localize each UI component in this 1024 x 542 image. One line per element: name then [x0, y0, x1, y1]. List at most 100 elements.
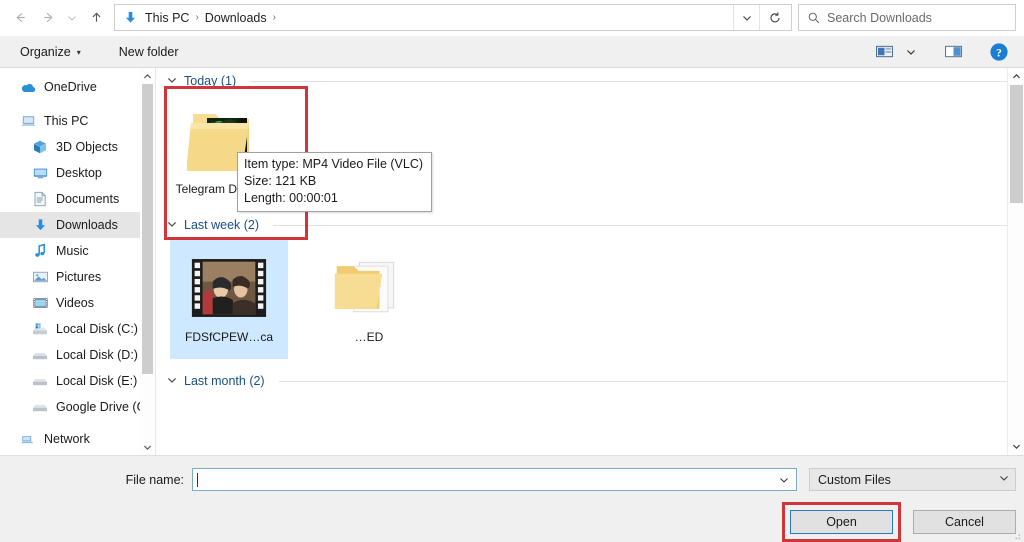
video-thumbnail-icon: [191, 252, 267, 324]
tooltip-line-size: Size: 121 KB: [244, 174, 317, 188]
drive-icon: [30, 346, 50, 364]
view-layout-icon[interactable]: [870, 40, 899, 64]
sidebar-item-this-pc[interactable]: This PC: [0, 108, 155, 134]
sidebar-item-google-drive-g[interactable]: Google Drive (G:: [0, 394, 155, 420]
address-bar[interactable]: This PC › Downloads ›: [114, 4, 792, 31]
sidebar-item-label: Videos: [56, 296, 94, 310]
network-icon: [18, 430, 38, 448]
breadcrumb-separator-trailing[interactable]: ›: [271, 12, 278, 23]
chevron-down-icon[interactable]: [995, 473, 1013, 486]
sidebar-item-label: Local Disk (D:): [56, 348, 138, 362]
file-name-dropdown-icon[interactable]: [774, 469, 794, 490]
command-bar: Organize ▾ New folder ?: [0, 36, 1024, 68]
sidebar-item-label: Local Disk (C:): [56, 322, 138, 336]
group-header-today[interactable]: Today (1): [156, 68, 1024, 90]
dialog-buttons-row: Open Cancel: [0, 491, 1024, 542]
search-box[interactable]: Search Downloads: [798, 4, 1016, 31]
breadcrumb-downloads[interactable]: Downloads: [201, 9, 271, 27]
sidebar-item-local-disk-c[interactable]: Local Disk (C:): [0, 316, 155, 342]
text-caret: [197, 472, 198, 487]
file-pane-scroll-up-icon[interactable]: [1008, 68, 1024, 85]
group-label: Last week (2): [184, 218, 260, 232]
tooltip-line-length: Length: 00:00:01: [244, 191, 338, 205]
recent-locations-button[interactable]: [62, 4, 82, 32]
open-button-label: Open: [826, 515, 857, 529]
file-pane-scrollbar[interactable]: [1007, 68, 1024, 455]
breadcrumb-separator: ›: [195, 12, 199, 23]
breadcrumb-this-pc[interactable]: This PC: [141, 9, 193, 27]
sidebar-item-downloads[interactable]: Downloads: [0, 212, 155, 238]
tooltip-line-item-type: Item type: MP4 Video File (VLC): [244, 157, 424, 171]
search-input[interactable]: Search Downloads: [827, 11, 932, 25]
refresh-icon[interactable]: [759, 5, 789, 30]
sidebar-scroll-track[interactable]: [140, 84, 155, 439]
file-item-video[interactable]: FDSfCPEW…ca: [170, 238, 288, 359]
system-drive-icon: [30, 320, 50, 338]
sidebar-item-videos[interactable]: Videos: [0, 290, 155, 316]
sidebar-scrollbar[interactable]: [140, 68, 155, 455]
file-list-pane[interactable]: Today (1) Telegram Desktop Last week (2)…: [155, 68, 1024, 455]
onedrive-cloud-icon: [18, 78, 38, 96]
cancel-button[interactable]: Cancel: [913, 510, 1016, 534]
organize-button[interactable]: Organize ▾: [12, 41, 89, 63]
drive-icon: [30, 372, 50, 390]
file-name-label: File name:: [125, 472, 184, 487]
cancel-button-label: Cancel: [945, 515, 984, 529]
new-folder-button[interactable]: New folder: [111, 41, 187, 63]
sidebar-scroll-down-icon[interactable]: [140, 439, 155, 455]
sidebar-item-documents[interactable]: Documents: [0, 186, 155, 212]
svg-text:?: ?: [996, 47, 1002, 59]
pictures-icon: [30, 268, 50, 286]
sidebar-item-music[interactable]: Music: [0, 238, 155, 264]
chevron-down-icon[interactable]: [166, 375, 178, 388]
preview-pane-icon[interactable]: [939, 40, 968, 64]
group-items-last-week: FDSfCPEW…ca …ED: [156, 234, 1024, 359]
chevron-down-icon: ▾: [76, 48, 81, 57]
sidebar-item-onedrive[interactable]: OneDrive: [0, 74, 155, 100]
documents-icon: [30, 190, 50, 208]
file-type-filter-combo[interactable]: Custom Files: [809, 468, 1016, 491]
group-rule: [278, 380, 1010, 382]
organize-label: Organize: [20, 44, 71, 59]
file-name-row: File name: Custom Files: [0, 456, 1024, 491]
sidebar-item-label: 3D Objects: [56, 140, 118, 154]
chevron-down-icon[interactable]: [166, 219, 178, 232]
help-icon[interactable]: ?: [984, 40, 1014, 64]
file-name-input[interactable]: [192, 468, 797, 491]
desktop-icon: [30, 164, 50, 182]
3d-objects-icon: [30, 138, 50, 156]
file-item-folder[interactable]: …ED: [314, 238, 424, 359]
sidebar-item-3d-objects[interactable]: 3D Objects: [0, 134, 155, 160]
resize-grip-icon[interactable]: [1010, 529, 1022, 541]
sidebar-item-pictures[interactable]: Pictures: [0, 264, 155, 290]
group-header-last-week[interactable]: Last week (2): [156, 212, 1024, 234]
sidebar-item-network[interactable]: Network: [0, 426, 155, 452]
back-button[interactable]: [6, 4, 34, 32]
file-item-label: FDSfCPEW…ca: [184, 330, 273, 344]
search-icon: [805, 10, 823, 26]
sidebar-item-label: OneDrive: [44, 80, 97, 94]
file-pane-scroll-down-icon[interactable]: [1008, 438, 1024, 455]
group-rule: [250, 80, 1010, 82]
view-dropdown-caret-icon[interactable]: [901, 40, 921, 64]
group-header-last-month[interactable]: Last month (2): [156, 368, 1024, 390]
forward-button[interactable]: [34, 4, 62, 32]
sidebar-scroll-thumb[interactable]: [142, 84, 153, 374]
address-dropdown-icon[interactable]: [733, 5, 759, 30]
sidebar-item-label: Google Drive (G:: [56, 400, 150, 414]
sidebar-item-local-disk-e[interactable]: Local Disk (E:): [0, 368, 155, 394]
chevron-down-icon[interactable]: [166, 75, 178, 88]
sidebar-item-desktop[interactable]: Desktop: [0, 160, 155, 186]
up-button[interactable]: [82, 4, 110, 32]
music-icon: [30, 242, 50, 260]
command-bar-right-group: ?: [870, 40, 1014, 64]
open-button[interactable]: Open: [790, 510, 893, 534]
annotation-box-open-button: Open: [782, 502, 901, 542]
file-pane-scroll-track[interactable]: [1008, 85, 1024, 438]
sidebar-item-local-disk-d[interactable]: Local Disk (D:): [0, 342, 155, 368]
this-pc-icon: [18, 112, 38, 130]
sidebar-scroll-up-icon[interactable]: [140, 68, 155, 84]
sidebar-item-label: This PC: [44, 114, 89, 128]
file-pane-scroll-thumb[interactable]: [1009, 85, 1023, 203]
navigation-bar: This PC › Downloads › Search Downloads: [0, 0, 1024, 36]
